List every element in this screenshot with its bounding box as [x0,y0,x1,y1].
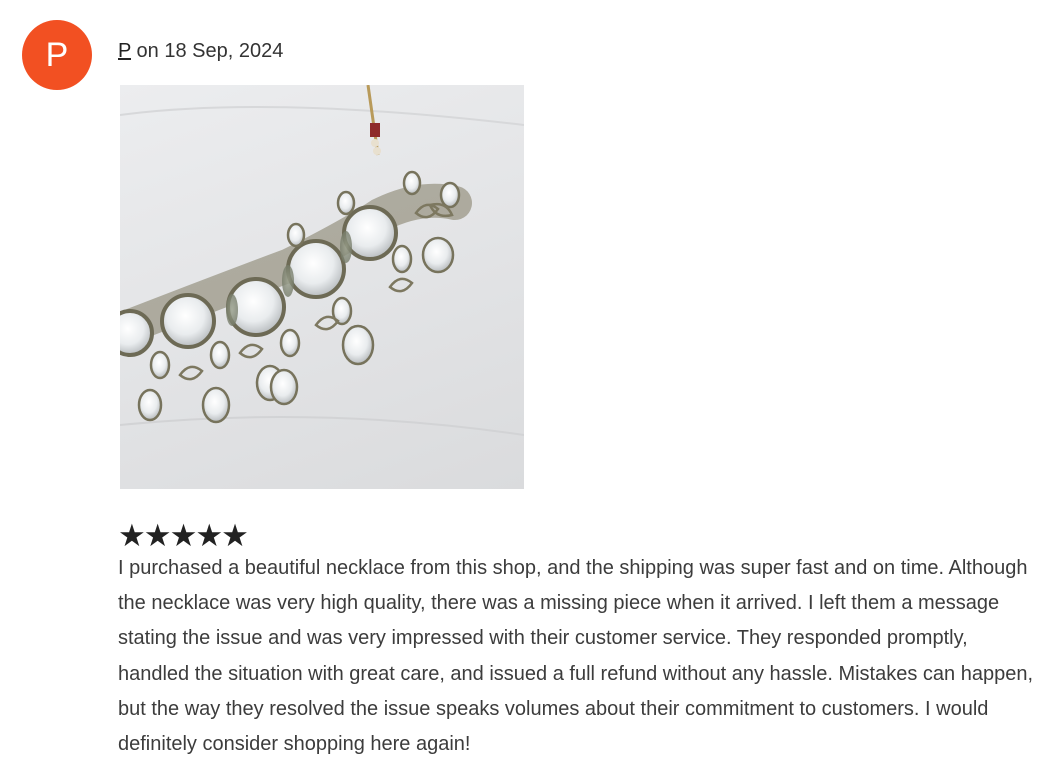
avatar-initial: P [45,35,69,74]
review-card: P P on 18 Sep, 2024 ★★★★★ I purchased a … [0,0,1061,777]
necklace-photo [120,85,524,436]
review-date: 18 Sep, 2024 [164,40,284,62]
review-text: I purchased a beautiful necklace from th… [118,557,1034,756]
date-prefix: on [136,40,159,62]
author-link[interactable]: P [118,40,131,62]
review-meta: P on 18 Sep, 2024 [118,38,283,64]
avatar: P [22,20,92,90]
review-photo[interactable] [120,85,524,489]
star-rating: ★★★★★ [118,518,249,553]
